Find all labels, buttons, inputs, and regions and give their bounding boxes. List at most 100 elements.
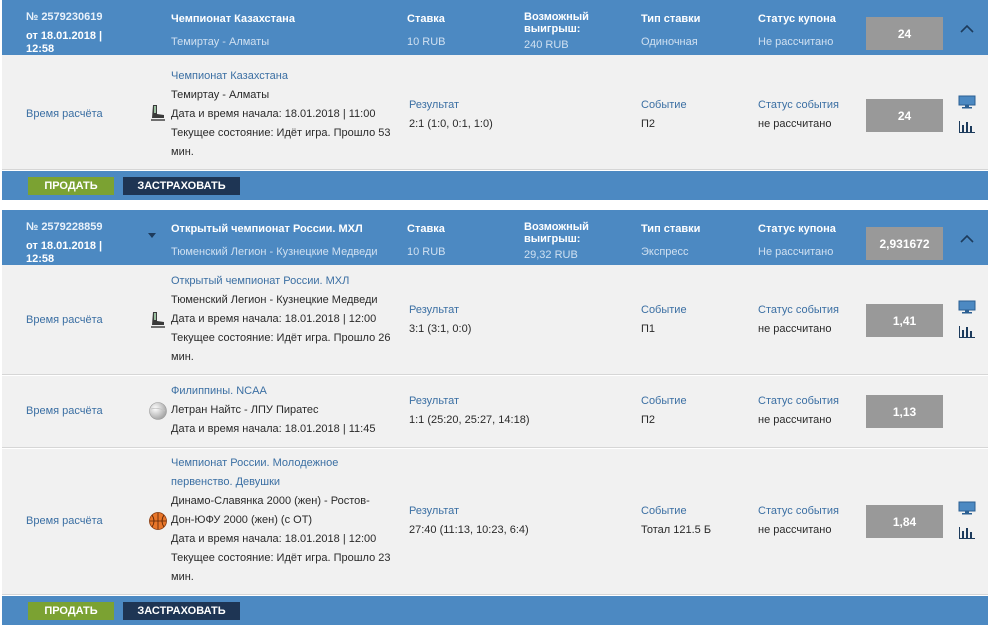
coupon-stake-col: Ставка 10 RUB (407, 223, 446, 258)
possible-win-value: 29,32 RUB (524, 249, 578, 261)
statistics-icon[interactable] (958, 525, 976, 539)
event-outcome-col: Событие П1 (641, 301, 687, 339)
bet-type-value: Экспресс (641, 246, 689, 258)
event-result-col: Результат 3:1 (3:1, 0:0) (409, 301, 471, 339)
result-label: Результат (409, 395, 460, 407)
event-row: Время расчёта Чемпионат России. Молодежн… (2, 449, 988, 595)
event-status-col: Статус события не рассчитано (758, 392, 839, 430)
event-start: Дата и время начала: 18.01.2018 | 11:45 (171, 423, 376, 435)
event-result-col: Результат 2:1 (1:0, 0:1, 1:0) (409, 96, 493, 134)
result-label: Результат (409, 505, 460, 517)
sell-button[interactable]: ПРОДАТЬ (28, 177, 114, 195)
event-label: Событие (641, 395, 687, 407)
coupon-status-label: Статус купона (758, 13, 836, 25)
coupon-footer: ПРОДАТЬ ЗАСТРАХОВАТЬ (2, 596, 988, 625)
event-status-label: Статус события (758, 304, 839, 316)
insure-button[interactable]: ЗАСТРАХОВАТЬ (123, 602, 240, 620)
bet-type-value: Одиночная (641, 36, 698, 48)
event-status-col: Статус события не рассчитано (758, 96, 839, 134)
event-status-label: Статус события (758, 505, 839, 517)
coupon-header[interactable]: № 2579230619 от 18.01.2018 | 12:58 Чемпи… (2, 0, 988, 55)
coupon-date: от 18.01.2018 | 12:58 (26, 240, 103, 265)
coupon-card: № 2579228859 от 18.01.2018 | 12:58 Откры… (2, 210, 988, 626)
coupon-stake-col: Ставка 10 RUB (407, 13, 446, 48)
calc-time: Время расчёта (26, 314, 103, 326)
calc-time: Время расчёта (26, 108, 103, 120)
coupon-footer: ПРОДАТЬ ЗАСТРАХОВАТЬ (2, 171, 988, 200)
possible-win-label: Возможный выигрыш: (524, 11, 589, 35)
monitor-icon[interactable] (958, 95, 976, 109)
event-info: Открытый чемпионат России. МХЛ Тюменский… (171, 272, 391, 367)
bet-type-label: Тип ставки (641, 13, 701, 25)
monitor-icon[interactable] (958, 501, 976, 515)
coupon-status-label: Статус купона (758, 223, 836, 235)
event-status-value: не рассчитано (758, 524, 832, 536)
calc-time: Время расчёта (26, 405, 103, 417)
event-championship[interactable]: Филиппины. NCAA (171, 382, 391, 401)
event-value: П1 (641, 323, 656, 335)
coupon-number: № 2579230619 (26, 11, 103, 23)
event-status-col: Статус события не рассчитано (758, 301, 839, 339)
sell-button[interactable]: ПРОДАТЬ (28, 602, 114, 620)
event-info: Филиппины. NCAA Летран Найтс - ЛПУ Пират… (171, 382, 391, 439)
event-outcome-col: Событие П2 (641, 392, 687, 430)
monitor-icon[interactable] (958, 300, 976, 314)
basketball-icon (149, 512, 167, 530)
coupon-championship: Открытый чемпионат России. МХЛ (171, 223, 363, 235)
event-outcome-col: Событие Тотал 121.5 Б (641, 502, 711, 540)
event-info: Чемпионат России. Молодежное первенство.… (171, 454, 391, 587)
event-status-label: Статус события (758, 395, 839, 407)
event-status-value: не рассчитано (758, 118, 832, 130)
coupon-date: от 18.01.2018 | 12:58 (26, 30, 103, 55)
event-match: Динамо-Славянка 2000 (жен) - Ростов-Дон-… (171, 495, 370, 526)
event-row: Время расчёта Филиппины. NCAA Летран Най… (2, 376, 988, 448)
coupon-status-value: Не рассчитано (758, 36, 834, 48)
coupon-coefficient: 2,931672 (866, 227, 943, 260)
chevron-up-icon[interactable] (960, 234, 974, 244)
statistics-icon[interactable] (958, 324, 976, 338)
event-start: Дата и время начала: 18.01.2018 | 12:00 (171, 313, 377, 325)
event-status-value: не рассчитано (758, 323, 832, 335)
event-start: Дата и время начала: 18.01.2018 | 12:00 (171, 533, 377, 545)
event-info: Чемпионат Казахстана Темиртау - Алматы Д… (171, 67, 391, 162)
event-state: Текущее состояние: Идёт игра. Прошло 53 … (171, 127, 391, 158)
hockey-skate-icon (151, 312, 165, 328)
coupon-championship: Чемпионат Казахстана (171, 13, 295, 25)
stake-label: Ставка (407, 13, 445, 25)
result-label: Результат (409, 99, 460, 111)
coupon-header[interactable]: № 2579228859 от 18.01.2018 | 12:58 Откры… (2, 210, 988, 265)
coupon-win-col: Возможный выигрыш: 240 RUB (524, 11, 614, 51)
event-championship[interactable]: Открытый чемпионат России. МХЛ (171, 272, 391, 291)
event-value: П2 (641, 414, 656, 426)
coupon-status-col: Статус купона Не рассчитано (758, 223, 836, 258)
event-championship[interactable]: Чемпионат России. Молодежное первенство.… (171, 454, 391, 492)
bet-type-label: Тип ставки (641, 223, 701, 235)
event-row: Время расчёта Открытый чемпионат России.… (2, 265, 988, 375)
event-coefficient: 1,41 (866, 304, 943, 337)
coupon-status-value: Не рассчитано (758, 246, 834, 258)
event-coefficient: 24 (866, 99, 943, 132)
event-start: Дата и время начала: 18.01.2018 | 11:00 (171, 108, 376, 120)
event-match: Летран Найтс - ЛПУ Пиратес (171, 404, 319, 416)
event-state: Текущее состояние: Идёт игра. Прошло 26 … (171, 332, 391, 363)
coupon-event-col: Открытый чемпионат России. МХЛ Тюменский… (171, 223, 378, 258)
event-coefficient: 1,13 (866, 395, 943, 428)
statistics-icon[interactable] (958, 119, 976, 133)
event-match: Тюменский Легион - Кузнецкие Медведи (171, 294, 378, 306)
coupon-card: № 2579230619 от 18.01.2018 | 12:58 Чемпи… (2, 0, 988, 203)
event-championship[interactable]: Чемпионат Казахстана (171, 67, 391, 86)
result-value: 2:1 (1:0, 0:1, 1:0) (409, 118, 493, 130)
possible-win-label: Возможный выигрыш: (524, 221, 589, 245)
chevron-up-icon[interactable] (960, 24, 974, 34)
event-value: П2 (641, 118, 656, 130)
caret-down-icon[interactable] (148, 233, 156, 238)
coupon-status-col: Статус купона Не рассчитано (758, 13, 836, 48)
coupon-coefficient: 24 (866, 17, 943, 50)
event-label: Событие (641, 304, 687, 316)
possible-win-value: 240 RUB (524, 39, 569, 51)
result-value: 1:1 (25:20, 25:27, 14:18) (409, 414, 530, 426)
stake-label: Ставка (407, 223, 445, 235)
event-result-col: Результат 1:1 (25:20, 25:27, 14:18) (409, 392, 529, 430)
coupon-type-col: Тип ставки Одиночная (641, 13, 700, 48)
insure-button[interactable]: ЗАСТРАХОВАТЬ (123, 177, 240, 195)
